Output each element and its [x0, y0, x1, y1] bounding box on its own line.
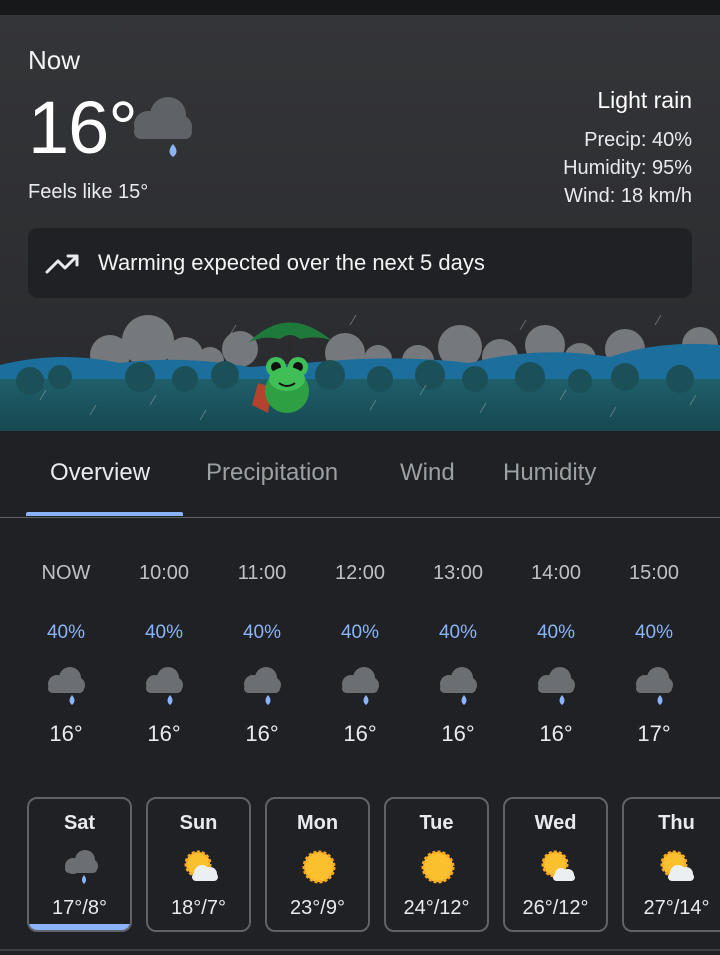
hour-precip: 40%: [46, 622, 86, 643]
hour-precip: 40%: [242, 622, 282, 643]
hour-temp: 17°: [637, 721, 671, 746]
hour-time: 15:00: [628, 562, 680, 584]
tab-precipitation[interactable]: Precipitation: [206, 459, 338, 487]
tab-humidity[interactable]: Humidity: [503, 459, 596, 487]
rain-cloud-icon: [440, 667, 477, 705]
rain-cloud-icon: [134, 97, 192, 157]
rain-cloud-icon: [538, 667, 575, 705]
rain-cloud-icon: [65, 850, 98, 884]
condition-label: Light rain: [597, 87, 692, 113]
active-tab-indicator: [26, 512, 183, 516]
precip-stat: Precip: 40%: [584, 129, 692, 151]
day-temp-range: 17°/8°: [52, 897, 107, 919]
condition-details: Light rain Precip: 40% Humidity: 95% Win…: [563, 87, 692, 210]
day-name: Thu: [658, 812, 695, 834]
bottom-divider: [0, 949, 720, 951]
rain-cloud-icon: [636, 667, 673, 705]
hour-temp: 16°: [539, 721, 573, 746]
partly-cloudy-icon: [184, 850, 218, 881]
day-card-thu[interactable]: Thu 27°/14°: [622, 797, 720, 932]
hour-precip: 40%: [536, 622, 576, 643]
day-name: Sat: [63, 812, 96, 834]
partly-cloudy-icon: [541, 850, 575, 881]
day-temp-range: 26°/12°: [522, 897, 589, 919]
day-temp-range: 24°/12°: [403, 897, 470, 919]
day-name: Sun: [179, 812, 218, 834]
hour-time: NOW: [41, 562, 91, 584]
hour-temp: 16°: [343, 721, 377, 746]
day-temp-range: 27°/14°: [643, 897, 710, 919]
day-name: Tue: [419, 812, 454, 834]
day-card-sun[interactable]: Sun 18°/7°: [146, 797, 251, 932]
tab-overview[interactable]: Overview: [50, 459, 150, 487]
hour-time: 10:00: [138, 562, 190, 584]
hour-temp: 16°: [49, 721, 83, 746]
humidity-stat: Humidity: 95%: [563, 157, 692, 179]
sun-icon: [421, 850, 455, 884]
hour-precip: 40%: [438, 622, 478, 643]
hour-precip: 40%: [340, 622, 380, 643]
now-label: Now: [28, 45, 81, 75]
sun-icon: [302, 850, 336, 884]
tab-wind[interactable]: Wind: [400, 459, 455, 487]
hour-precip: 40%: [634, 622, 674, 643]
day-card-wed[interactable]: Wed 26°/12°: [503, 797, 608, 932]
rain-cloud-icon: [146, 667, 183, 705]
day-card-tue[interactable]: Tue 24°/12°: [384, 797, 489, 932]
rain-cloud-icon: [48, 667, 85, 705]
feels-like: Feels like 15°: [28, 181, 149, 203]
partly-cloudy-icon: [660, 850, 694, 881]
tab-bar: Overview Precipitation Wind Humidity: [0, 431, 720, 518]
selected-day-indicator: [29, 924, 130, 930]
hour-time: 14:00: [530, 562, 582, 584]
current-temperature: 16°: [28, 86, 138, 169]
top-bar: [0, 0, 720, 15]
hour-temp: 16°: [245, 721, 279, 746]
day-name: Wed: [534, 812, 577, 834]
hour-temp: 16°: [441, 721, 475, 746]
day-card-sat[interactable]: Sat 17°/8°: [27, 797, 132, 932]
hour-time: 13:00: [432, 562, 484, 584]
hourly-forecast: NOW 40% 16° 10:00 40% 16° 11:00 40% 16° …: [0, 540, 720, 760]
day-temp-range: 18°/7°: [171, 897, 226, 919]
trending-up-icon: [45, 254, 79, 274]
day-temp-range: 23°/9°: [290, 897, 345, 919]
forecast-banner[interactable]: Warming expected over the next 5 days: [28, 228, 692, 298]
day-card-mon[interactable]: Mon 23°/9°: [265, 797, 370, 932]
wind-stat: Wind: 18 km/h: [564, 185, 692, 207]
hour-precip: 40%: [144, 622, 184, 643]
daily-forecast: Sat 17°/8° Sun 18°/7° Mon 23°/9° Tue 24°…: [0, 797, 720, 937]
hour-temp: 16°: [147, 721, 181, 746]
hour-time: 11:00: [237, 562, 287, 584]
rain-cloud-icon: [244, 667, 281, 705]
day-name: Mon: [296, 812, 339, 834]
rainy-frog-scene: [0, 314, 720, 431]
hour-time: 12:00: [334, 562, 386, 584]
current-conditions-panel: Now 16° Feels like 15° Light rain Precip…: [0, 15, 720, 431]
banner-text: Warming expected over the next 5 days: [98, 250, 485, 275]
rain-cloud-icon: [342, 667, 379, 705]
